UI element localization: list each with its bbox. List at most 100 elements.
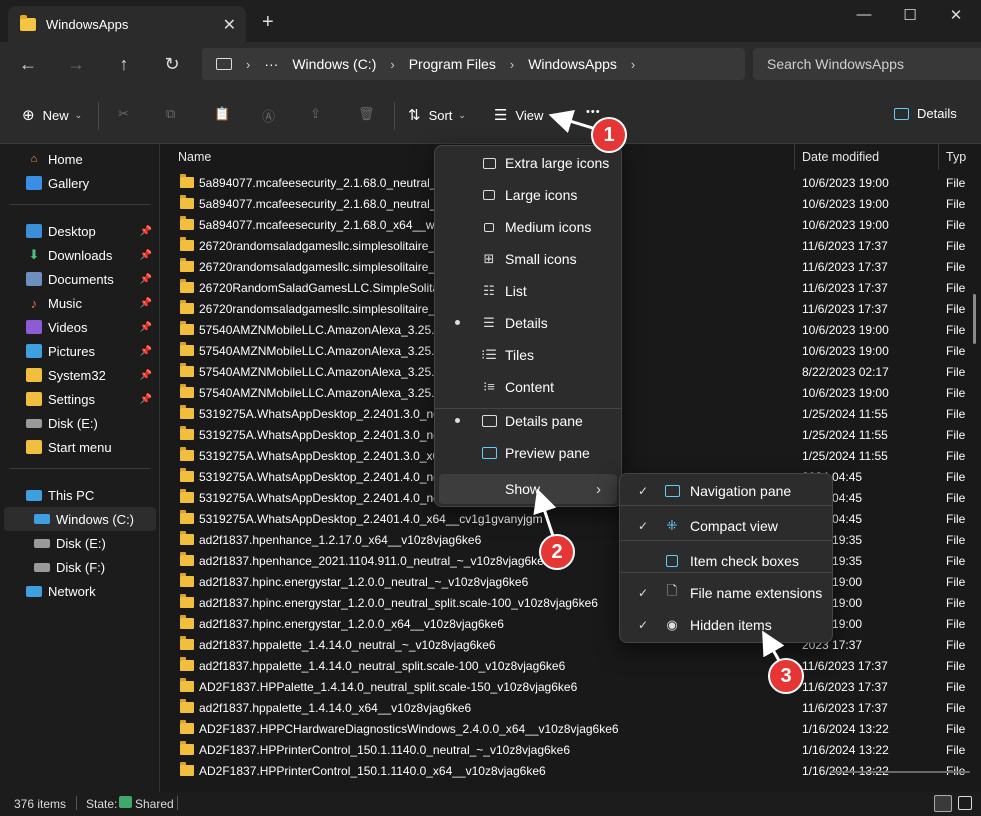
sidebar-item-home[interactable]: ⌂ Home — [0, 147, 158, 171]
sidebar-item-music[interactable]: ♪ Music 📌 — [0, 291, 158, 315]
up-button[interactable]: ↑ — [110, 54, 138, 75]
refresh-button[interactable]: ↻ — [158, 54, 186, 75]
sidebar-item-documents[interactable]: Documents 📌 — [0, 267, 158, 291]
pin-icon[interactable]: 📌 — [140, 226, 152, 237]
show-label: Show — [505, 481, 541, 497]
divider — [76, 796, 77, 810]
file-name: ad2f1837.hpinc.energystar_1.2.0.0_neutra… — [199, 575, 529, 589]
menu-item-file-name-extensions[interactable]: ✓ 🗋 File name extensions — [624, 578, 828, 608]
sidebar-item-this-pc[interactable]: This PC — [0, 483, 158, 507]
table-row[interactable]: ad2f1837.hpinc.energystar_1.2.0.0_neutra… — [160, 593, 981, 614]
sidebar-item-pictures[interactable]: Pictures 📌 — [0, 339, 158, 363]
sidebar-item-windows-c[interactable]: Windows (C:) — [4, 507, 156, 531]
menu-item-preview-pane[interactable]: Preview pane — [439, 438, 617, 468]
music-icon: ♪ — [30, 295, 38, 311]
pin-icon[interactable]: 📌 — [140, 394, 152, 405]
pin-icon[interactable]: 📌 — [140, 250, 152, 261]
view-button[interactable]: ☰ View ⌄ — [494, 106, 557, 124]
table-row[interactable]: AD2F1837.HPPalette_1.4.14.0_neutral_spli… — [160, 677, 981, 698]
menu-item-show[interactable]: Show › — [439, 474, 617, 504]
details-pane-button[interactable]: Details — [894, 106, 957, 121]
forward-button[interactable]: → — [62, 54, 90, 75]
menu-item-small-icons[interactable]: ⊞ Small icons — [439, 244, 617, 274]
sidebar-item-desktop[interactable]: Desktop 📌 — [0, 219, 158, 243]
details-icon: ☰ — [483, 315, 495, 330]
cut-button[interactable]: ✂ — [118, 106, 129, 122]
sort-button[interactable]: ⇅ Sort ⌄ — [408, 106, 466, 124]
menu-item-tiles[interactable]: ⁝☰ Tiles — [439, 340, 617, 370]
horizontal-scrollbar[interactable] — [830, 771, 970, 773]
breadcrumb-drive[interactable]: Windows (C:) — [292, 56, 376, 72]
minimize-button[interactable]: — — [841, 6, 887, 23]
pin-icon[interactable]: 📌 — [140, 346, 152, 357]
table-row[interactable]: ad2f1837.hppalette_1.4.14.0_x64__v10z8vj… — [160, 698, 981, 719]
sidebar-item-videos[interactable]: Videos 📌 — [0, 315, 158, 339]
maximize-button[interactable]: ☐ — [887, 6, 933, 24]
column-divider[interactable] — [938, 144, 939, 170]
rename-button[interactable]: Ⓐ — [262, 106, 275, 125]
menu-item-large-icons[interactable]: Large icons — [439, 180, 617, 210]
close-window-button[interactable]: ✕ — [933, 6, 979, 24]
menu-item-compact-view[interactable]: ✓ ⁜ Compact view — [624, 511, 828, 541]
pin-icon[interactable]: 📌 — [140, 274, 152, 285]
sidebar-item-settings[interactable]: Settings 📌 — [0, 387, 158, 411]
copy-button[interactable]: ⧉ — [166, 106, 175, 122]
sidebar-item-label: Disk (E:) — [56, 535, 106, 551]
table-row[interactable]: 5319275A.WhatsAppDesktop_2.2401.4.0_x64_… — [160, 509, 981, 530]
sidebar-item-disk-e[interactable]: Disk (E:) — [0, 411, 158, 435]
address-bar[interactable]: › ··· Windows (C:) › Program Files › Win… — [202, 48, 745, 80]
menu-item-content[interactable]: ⁝≡ Content — [439, 372, 617, 402]
file-name: 5a894077.mcafeesecurity_2.1.68.0_neutral… — [199, 176, 451, 190]
new-tab-button[interactable]: + — [262, 12, 274, 32]
sidebar-item-network[interactable]: Network — [0, 579, 158, 603]
sidebar-item-system32[interactable]: System32 📌 — [0, 363, 158, 387]
file-name: 5319275A.WhatsAppDesktop_2.2401.4.0_neut — [199, 491, 450, 505]
details-view-toggle[interactable] — [934, 795, 952, 812]
pin-icon[interactable]: 📌 — [140, 298, 152, 309]
sidebar-item-downloads[interactable]: ⬇ Downloads 📌 — [0, 243, 158, 267]
menu-item-extra-large-icons[interactable]: Extra large icons — [439, 148, 617, 178]
table-row[interactable]: AD2F1837.HPPrinterControl_150.1.1140.0_n… — [160, 740, 981, 761]
column-header-date[interactable]: Date modified — [802, 144, 879, 170]
table-row[interactable]: ad2f1837.hppalette_1.4.14.0_neutral_~_v1… — [160, 635, 981, 656]
file-name: ad2f1837.hpinc.energystar_1.2.0.0_neutra… — [199, 596, 598, 610]
column-divider[interactable] — [794, 144, 795, 170]
column-header-name[interactable]: Name — [178, 144, 211, 170]
file-date: 1/25/2024 11:55 — [802, 428, 888, 442]
sidebar-item-gallery[interactable]: Gallery — [0, 171, 158, 195]
sidebar-item-label: Start menu — [48, 439, 112, 455]
tab-windowsapps[interactable]: WindowsApps ✕ — [8, 6, 246, 42]
table-row[interactable]: AD2F1837.HPPCHardwareDiagnosticsWindows_… — [160, 719, 981, 740]
more-options-button[interactable]: ••• — [586, 106, 601, 118]
sidebar-item-start-menu[interactable]: Start menu — [0, 435, 158, 459]
tiles-view-toggle[interactable] — [958, 796, 972, 810]
paste-button[interactable]: 📋 — [214, 106, 230, 122]
breadcrumb-windowsapps[interactable]: WindowsApps — [528, 56, 617, 72]
search-input[interactable]: Search WindowsApps — [753, 48, 981, 80]
menu-item-details-pane[interactable]: Details pane — [439, 406, 617, 436]
close-tab-icon[interactable]: ✕ — [223, 15, 236, 35]
sidebar-item-disk-e-drive[interactable]: Disk (E:) — [0, 531, 158, 555]
breadcrumb-ellipsis[interactable]: ··· — [264, 56, 278, 72]
menu-item-list[interactable]: ☷ List — [439, 276, 617, 306]
breadcrumb-program-files[interactable]: Program Files — [409, 56, 496, 72]
column-header-type[interactable]: Typ — [946, 144, 966, 170]
sidebar-item-disk-f[interactable]: Disk (F:) — [0, 555, 158, 579]
pin-icon[interactable]: 📌 — [140, 322, 152, 333]
menu-item-details[interactable]: ☰ Details — [439, 308, 617, 338]
menu-item-navigation-pane[interactable]: ✓ Navigation pane — [624, 476, 828, 506]
pin-icon[interactable]: 📌 — [140, 370, 152, 381]
table-row[interactable]: ad2f1837.hppalette_1.4.14.0_neutral_spli… — [160, 656, 981, 677]
new-button[interactable]: ⊕ New ⌄ — [22, 106, 82, 124]
vertical-scrollbar[interactable] — [973, 294, 976, 344]
file-name: 5319275A.WhatsAppDesktop_2.2401.3.0_x64 — [199, 449, 446, 463]
back-button[interactable]: ← — [14, 54, 42, 75]
menu-item-hidden-items[interactable]: ✓ ◉ Hidden items — [624, 610, 828, 640]
delete-button[interactable]: 🗑 — [358, 106, 375, 122]
share-button[interactable]: ⇪ — [310, 106, 321, 122]
table-row[interactable]: ad2f1837.hpinc.energystar_1.2.0.0_neutra… — [160, 572, 981, 593]
table-row[interactable]: ad2f1837.hpinc.energystar_1.2.0.0_x64__v… — [160, 614, 981, 635]
sidebar-item-label: Music — [48, 295, 82, 311]
file-type: File — [946, 407, 966, 421]
menu-item-medium-icons[interactable]: Medium icons — [439, 212, 617, 242]
